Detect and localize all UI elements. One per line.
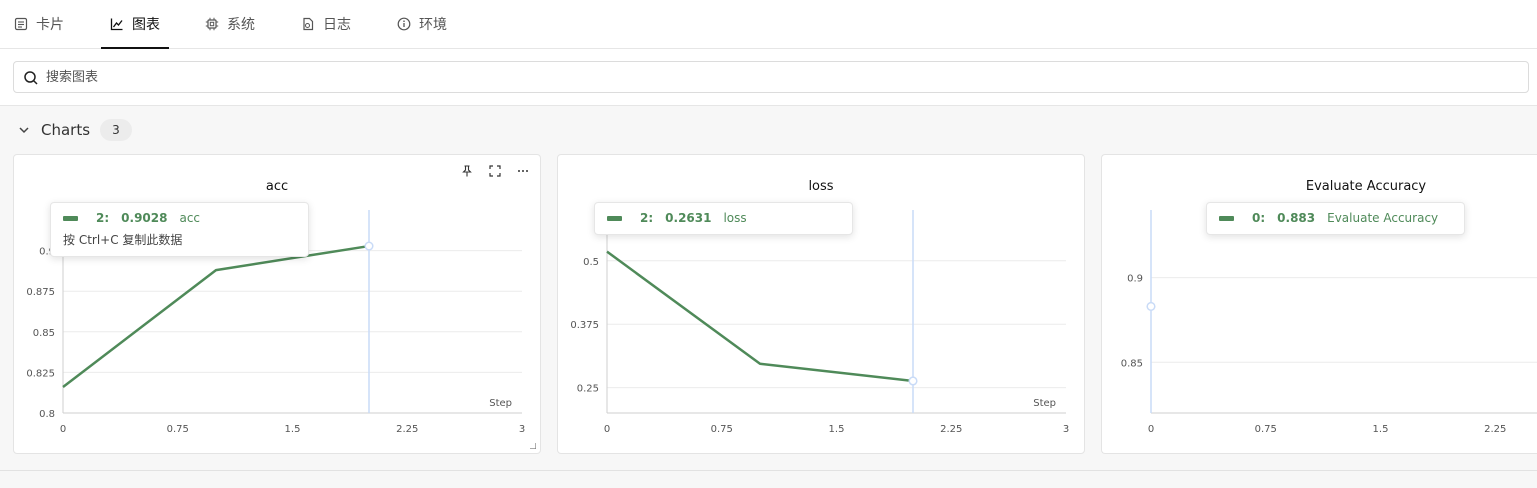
cpu-icon [205,17,219,31]
y-tick-label: 0.9 [1127,274,1143,285]
x-tick-label: 0.75 [167,424,189,435]
chart-tooltip: 0: 0.883 Evaluate Accuracy [1206,202,1465,235]
x-tick-label: 1.5 [1373,424,1389,435]
tab-label: 卡片 [36,17,64,33]
y-tick-label: 0.5 [583,257,599,268]
pin-icon[interactable] [460,163,474,177]
card-icon [14,17,28,31]
tooltip-series-name: loss [723,211,747,225]
tooltip-value: 0.9028 [121,211,168,225]
tab-environment[interactable]: 环境 [397,0,447,48]
y-tick-label: 0.85 [33,328,55,339]
x-tick-label: 0 [604,424,610,435]
tooltip-row: 2: 0.9028 acc [63,203,296,233]
series-line [606,250,914,383]
series-swatch [1219,215,1234,221]
tooltip-series-name: Evaluate Accuracy [1327,211,1439,225]
tab-label: 日志 [323,17,351,33]
y-tick-label: 0.8 [39,409,55,420]
x-tick-label: 3 [1063,424,1069,435]
series-swatch [63,215,78,221]
hover-point [364,241,374,251]
hover-point [908,376,918,386]
tooltip-step: 0: [1252,211,1266,225]
resize-handle-icon[interactable] [530,443,536,449]
x-tick-label: 0 [60,424,66,435]
tab-label: 环境 [419,17,447,33]
chevron-down-icon[interactable] [18,124,30,136]
chart-card-loss: 0.25 0.375 0.5 0 0.75 1.5 2.25 3 Step loss 2: 0.… [557,154,1085,454]
x-tick-label: 0 [1148,424,1154,435]
chart-loss: 0.25 0.375 0.5 0 0.75 1.5 2.25 3 Step [570,210,1069,435]
y-tick-label: 0.825 [26,368,55,379]
x-tick-label: 1.5 [829,424,845,435]
search-box[interactable] [13,61,1529,93]
chart-title: loss [808,179,834,194]
count-badge: 3 [100,119,132,141]
chart-title: acc [265,179,289,194]
chart-card-acc: 0.8 0.825 0.85 0.875 0.9 0 0.75 1.5 2.25 3 Step ac… [13,154,541,454]
tab-charts[interactable]: 图表 [101,0,169,49]
tab-system[interactable]: 系统 [205,0,255,48]
y-tick-label: 0.375 [570,320,599,331]
series-line [62,244,370,389]
more-icon[interactable] [516,163,530,177]
tooltip-series-name: acc [179,211,201,225]
hover-point [1146,301,1156,311]
tab-label: 图表 [132,17,160,33]
chart-acc: 0.80.8250.850.8750.90 0.75 1.5 2.25 3Step [26,210,525,435]
x-axis-label: Step [1033,398,1056,409]
info-icon [397,17,411,31]
tooltip-value: 0.883 [1277,211,1316,225]
search-input[interactable] [46,62,1516,92]
tab-label: 系统 [227,17,255,33]
tooltip-step: 2: [96,211,110,225]
search-bar-area [0,49,1537,106]
section-divider [0,470,1537,471]
card-toolbar [460,163,530,177]
x-axis-label: Step [489,398,512,409]
tooltip-value: 0.2631 [665,211,712,225]
chart-evaluate-accuracy: 0.85 0.9 0 0.75 1.5 2.25 [1121,210,1537,435]
charts-section-header[interactable]: Charts 3 [0,116,400,144]
chart-title: Evaluate Accuracy [1305,179,1427,194]
line-chart-icon [110,18,123,31]
search-icon [24,71,38,85]
x-tick-label: 2.25 [1484,424,1506,435]
tooltip-copy-hint: 按 Ctrl+C 复制此数据 [63,233,183,247]
tooltip-row: 2: 0.2631 loss [607,203,840,233]
tooltip-step: 2: [640,211,654,225]
y-tick-label: 0.875 [26,287,55,298]
y-tick-label: 0.25 [577,384,599,395]
log-file-icon [303,17,314,31]
section-title: Charts [41,121,91,139]
x-tick-label: 2.25 [940,424,962,435]
x-tick-label: 3 [519,424,525,435]
series-swatch [607,215,622,221]
fullscreen-icon[interactable] [488,163,502,177]
tab-logs[interactable]: 日志 [301,0,351,48]
chart-card-evaluate-accuracy: 0.85 0.9 0 0.75 1.5 2.25 Evaluate Accuracy 0:… [1101,154,1537,454]
x-tick-label: 1.5 [285,424,301,435]
x-tick-label: 0.75 [1255,424,1277,435]
chart-tooltip: 2: 0.2631 loss [594,202,853,235]
tab-cards[interactable]: 卡片 [14,0,64,48]
top-tab-bar: 卡片 图表 系统 日志 环境 [0,0,1537,49]
x-tick-label: 2.25 [396,424,418,435]
tooltip-row: 0: 0.883 Evaluate Accuracy [1219,203,1452,233]
chart-tooltip: 2: 0.9028 acc 按 Ctrl+C 复制此数据 [50,202,309,257]
x-tick-label: 0.75 [711,424,733,435]
y-tick-label: 0.85 [1121,358,1143,369]
